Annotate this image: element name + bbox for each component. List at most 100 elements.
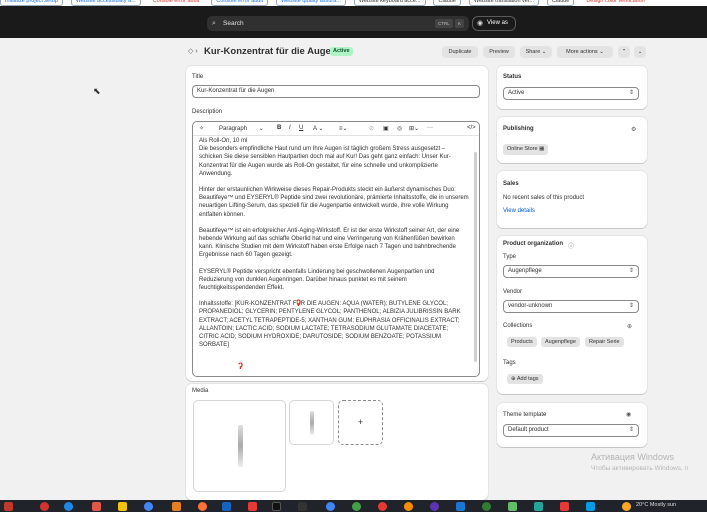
- app-icon[interactable]: [4, 502, 13, 511]
- chrome-icon[interactable]: [378, 502, 387, 511]
- select-arrows-icon: ⇕: [628, 268, 634, 274]
- media-main-image[interactable]: [193, 400, 286, 492]
- app-icon[interactable]: [482, 502, 491, 511]
- vendor-input[interactable]: vendor-unknown ⇕: [503, 300, 639, 313]
- chrome-icon[interactable]: [352, 502, 361, 511]
- app-icon[interactable]: [272, 502, 281, 511]
- magic-icon[interactable]: ✧: [199, 125, 204, 132]
- app-icon[interactable]: [586, 502, 595, 511]
- next-product-button[interactable]: ⌄: [634, 46, 646, 58]
- weather-text[interactable]: 20°C Mostly sun: [636, 502, 676, 508]
- type-input[interactable]: Augenpflege ⇕: [503, 265, 639, 278]
- info-icon[interactable]: ⓘ: [568, 241, 574, 250]
- search-input[interactable]: ⌕ Search CTRL K: [207, 16, 469, 31]
- chevron-down-icon: ⌄: [258, 126, 264, 132]
- title-input[interactable]: Kur-Konzentrat für die Augen: [192, 85, 480, 98]
- previous-product-button[interactable]: ⌃: [618, 46, 630, 58]
- share-label: Share: [525, 49, 541, 55]
- sales-text: No recent sales of this product: [503, 195, 585, 201]
- code-view-icon[interactable]: </>: [467, 125, 476, 131]
- app-icon[interactable]: [508, 502, 517, 511]
- chevron-down-icon: ⌄: [541, 49, 547, 55]
- table-icon[interactable]: ⊞⌄: [409, 125, 419, 132]
- description-content: Als Roll-On, 10 ml Die besonders empfind…: [199, 137, 469, 357]
- preview-button[interactable]: Preview: [483, 46, 515, 58]
- add-tags-button[interactable]: ⊕ Add tags: [507, 374, 543, 384]
- theme-template-select[interactable]: Default product ⇕: [503, 424, 639, 437]
- more-actions-button[interactable]: More actions ⌄: [557, 46, 613, 58]
- more-icon[interactable]: ···: [427, 125, 433, 131]
- editor-toolbar: ✧ Paragraph ⌄ B I U A ⌄ ≡⌄ ⊘ ▣ ◎ ⊞⌄ ··· …: [193, 122, 479, 136]
- page-title: Kur-Konzentrat für die Augen: [204, 46, 337, 57]
- firefox-icon[interactable]: [198, 502, 207, 511]
- collection-pill[interactable]: Repair Serie: [585, 337, 624, 347]
- app-icon[interactable]: [534, 502, 543, 511]
- folder-icon[interactable]: [118, 502, 127, 511]
- chrome-icon[interactable]: [326, 502, 335, 511]
- text-color-icon[interactable]: A ⌄: [313, 125, 323, 132]
- title-label: Title: [192, 74, 204, 80]
- add-collection-icon[interactable]: ⊕: [627, 323, 632, 330]
- description-paragraph: Inhaltsstoffe: [KUR-KONZENTRAT FÜR DIE A…: [199, 301, 461, 349]
- tag-icon[interactable]: ◇ ›: [188, 47, 198, 55]
- italic-icon[interactable]: I: [289, 125, 291, 131]
- media-thumbnail[interactable]: [289, 400, 334, 445]
- type-label: Type: [503, 254, 517, 260]
- description-label: Description: [192, 109, 223, 115]
- product-image: [238, 425, 243, 467]
- description-paragraph: Hinter der erstaunlichen Wirkweise diese…: [199, 187, 469, 218]
- link-icon[interactable]: ⊘: [369, 125, 374, 132]
- paragraph-select[interactable]: Paragraph ⌄: [219, 125, 264, 132]
- vscode-icon[interactable]: [456, 502, 465, 511]
- app-icon[interactable]: [298, 502, 307, 511]
- share-button[interactable]: Share ⌄: [520, 46, 552, 58]
- app-icon[interactable]: [560, 502, 569, 511]
- collection-pill[interactable]: Products: [507, 337, 537, 347]
- app-icon[interactable]: [92, 502, 101, 511]
- settings-icon[interactable]: ⚙: [631, 126, 636, 133]
- status-label: Status: [503, 74, 522, 80]
- theme-template-value: Default product: [508, 427, 549, 433]
- product-thumbnail-image: [310, 411, 314, 435]
- status-value: Active: [508, 90, 525, 96]
- eye-icon[interactable]: ◉: [626, 411, 631, 418]
- product-organization-card: [497, 236, 647, 394]
- edge-icon[interactable]: [64, 502, 73, 511]
- chevron-down-icon: ⌄: [637, 49, 643, 55]
- editor-scrollbar[interactable]: [474, 152, 477, 362]
- add-media-button[interactable]: +: [338, 400, 383, 445]
- view-details-link[interactable]: View details: [503, 208, 535, 214]
- chevron-down-icon: ⌄: [599, 49, 604, 55]
- online-store-channel[interactable]: Online Store ▦: [503, 144, 549, 155]
- collections-label: Collections: [503, 323, 533, 329]
- chrome-icon[interactable]: [144, 502, 153, 511]
- app-icon[interactable]: [248, 502, 257, 511]
- app-icon[interactable]: [172, 502, 181, 511]
- channel-label: Online Store: [507, 146, 538, 152]
- app-icon[interactable]: [222, 502, 231, 511]
- weather-icon[interactable]: [622, 502, 631, 511]
- underline-icon[interactable]: U: [299, 125, 303, 131]
- collection-pill[interactable]: Augenpflege: [541, 337, 580, 347]
- type-value: Augenpflege: [508, 268, 542, 274]
- windows-activation-hint: Чтобы активировать Windows, п: [591, 465, 689, 472]
- view-as-button[interactable]: ◉ View as: [472, 16, 516, 31]
- chrome-icon[interactable]: [404, 502, 413, 511]
- description-editor[interactable]: ✧ Paragraph ⌄ B I U A ⌄ ≡⌄ ⊘ ▣ ◎ ⊞⌄ ··· …: [192, 121, 480, 377]
- vendor-value: vendor-unknown: [508, 303, 553, 309]
- spellcheck-marker-icon: ʔ: [238, 361, 244, 371]
- bold-icon[interactable]: B: [277, 125, 281, 131]
- opera-icon[interactable]: [40, 502, 49, 511]
- windows-activation-watermark: Активация Windows: [591, 452, 674, 462]
- media-label: Media: [192, 388, 209, 394]
- duplicate-button[interactable]: Duplicate: [442, 46, 478, 58]
- align-icon[interactable]: ≡⌄: [339, 125, 348, 132]
- publishing-label: Publishing: [503, 126, 534, 132]
- status-select[interactable]: Active ⇕: [503, 87, 639, 100]
- mouse-cursor-icon: ⬉: [93, 86, 101, 96]
- publishing-card: [497, 117, 647, 163]
- add-tags-label: Add tags: [516, 376, 539, 382]
- video-icon[interactable]: ◎: [397, 125, 402, 132]
- image-icon[interactable]: ▣: [383, 125, 389, 132]
- chrome-icon[interactable]: [430, 502, 439, 511]
